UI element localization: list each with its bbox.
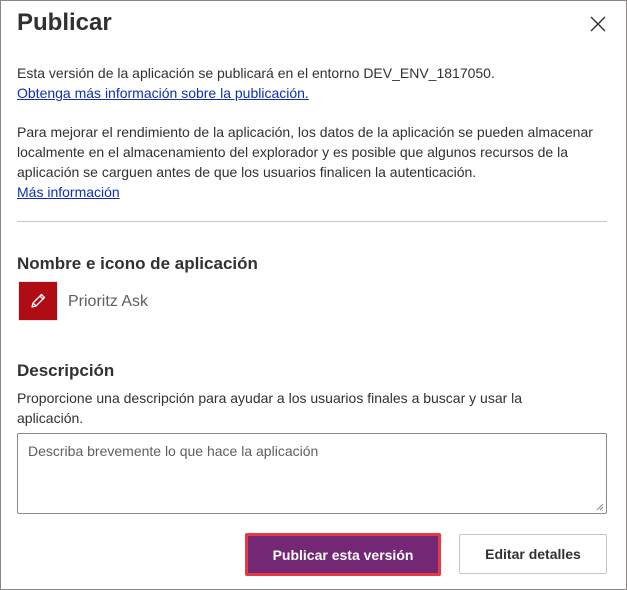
app-section-title: Nombre e icono de aplicación xyxy=(17,254,258,273)
app-icon-tile xyxy=(18,281,58,321)
performance-block: Para mejorar el rendimiento de la aplica… xyxy=(17,122,609,202)
app-name: Prioritz Ask xyxy=(68,293,149,310)
publish-version-button[interactable]: Publicar esta versión xyxy=(245,533,441,576)
description-section-title: Descripción xyxy=(17,361,115,380)
more-info-link[interactable]: Más información xyxy=(17,184,120,200)
publish-version-label: Publicar esta versión xyxy=(272,546,414,563)
description-help-text: Proporcione una descripción para ayudar … xyxy=(17,390,523,426)
close-icon xyxy=(590,16,606,32)
publish-dialog: Publicar Esta versión de la aplicación s… xyxy=(0,0,627,590)
performance-text: Para mejorar el rendimiento de la aplica… xyxy=(17,124,593,180)
description-placeholder: Describa brevemente lo que hace la aplic… xyxy=(28,443,319,459)
resize-handle-icon[interactable] xyxy=(596,503,604,511)
publish-info-link[interactable]: Obtenga más información sobre la publica… xyxy=(17,85,309,101)
edit-details-label: Editar detalles xyxy=(485,546,581,562)
intro-block: Esta versión de la aplicación se publica… xyxy=(17,63,609,103)
edit-details-button[interactable]: Editar detalles xyxy=(459,534,607,574)
description-input[interactable]: Describa brevemente lo que hace la aplic… xyxy=(17,433,607,514)
dialog-title: Publicar xyxy=(17,9,112,36)
close-button[interactable] xyxy=(585,11,611,37)
pencil-icon xyxy=(31,293,46,308)
intro-text: Esta versión de la aplicación se publica… xyxy=(17,65,495,81)
divider xyxy=(17,221,607,222)
